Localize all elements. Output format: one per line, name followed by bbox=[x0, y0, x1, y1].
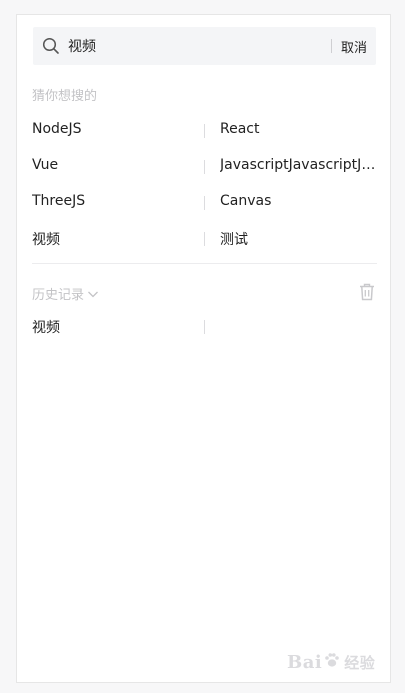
paw-icon bbox=[323, 651, 341, 674]
suggestion-item[interactable]: Canvas bbox=[220, 193, 377, 209]
history-row: 视频 bbox=[32, 313, 377, 349]
suggestion-row: NodeJS React bbox=[32, 117, 377, 153]
search-icon bbox=[40, 35, 62, 57]
watermark-brand-right: 经验 bbox=[344, 654, 376, 672]
search-bar: 取消 bbox=[33, 27, 376, 65]
column-divider bbox=[204, 160, 205, 174]
suggestion-item[interactable]: JavascriptJavascriptJavascript bbox=[220, 157, 377, 173]
suggestion-item[interactable]: ThreeJS bbox=[32, 193, 197, 209]
history-item[interactable]: 视频 bbox=[32, 317, 197, 337]
history-list: 视频 bbox=[32, 313, 377, 349]
history-title: 历史记录 bbox=[32, 288, 85, 303]
chevron-down-icon bbox=[87, 289, 99, 299]
suggestion-item[interactable]: NodeJS bbox=[32, 121, 197, 137]
cancel-button[interactable]: 取消 bbox=[332, 37, 376, 56]
column-divider bbox=[204, 320, 205, 334]
baidu-jingyan-watermark: Bai 经验 bbox=[287, 651, 375, 674]
suggestion-row: Vue JavascriptJavascriptJavascript bbox=[32, 153, 377, 189]
trash-icon[interactable] bbox=[359, 283, 375, 305]
suggestions-grid: NodeJS React Vue JavascriptJavascriptJav… bbox=[32, 117, 377, 261]
column-divider bbox=[204, 196, 205, 210]
column-divider bbox=[204, 124, 205, 138]
suggestion-item[interactable]: Vue bbox=[32, 157, 197, 173]
history-toggle[interactable]: 历史记录 bbox=[32, 284, 99, 303]
history-header: 历史记录 bbox=[32, 283, 377, 305]
suggestion-item[interactable]: React bbox=[220, 121, 377, 137]
suggestions-title: 猜你想搜的 bbox=[32, 89, 98, 104]
section-divider bbox=[32, 263, 377, 264]
suggestion-row: ThreeJS Canvas bbox=[32, 189, 377, 225]
suggestion-item[interactable]: 视频 bbox=[32, 229, 197, 249]
search-panel: 取消 猜你想搜的 NodeJS React Vue JavascriptJava… bbox=[16, 14, 391, 683]
column-divider bbox=[204, 232, 205, 246]
search-input[interactable] bbox=[64, 27, 331, 65]
suggestion-row: 视频 测试 bbox=[32, 225, 377, 261]
suggestion-item[interactable]: 测试 bbox=[220, 229, 377, 249]
watermark-brand-left: Bai bbox=[287, 652, 323, 673]
